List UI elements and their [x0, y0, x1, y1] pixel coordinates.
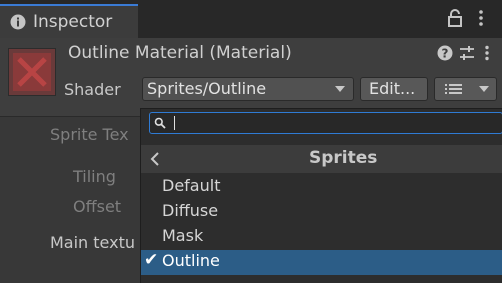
tab-label: Inspector: [33, 12, 113, 32]
section-title: Sprites: [309, 148, 378, 168]
shader-selection-popup: Sprites Default Diffuse Mask ✔ Outline: [140, 108, 502, 283]
svg-text:?: ?: [442, 47, 449, 61]
material-preview-icon: [13, 53, 51, 91]
property-tiling: Tiling: [73, 167, 116, 186]
material-title: Outline Material (Material): [68, 43, 292, 63]
property-sprite-texture: Sprite Tex: [50, 125, 129, 144]
material-preview-thumbnail: [8, 48, 56, 96]
chevron-left-icon[interactable]: [150, 152, 160, 166]
window-titlebar: Inspector: [0, 0, 502, 38]
list-item-label: Outline: [162, 251, 220, 270]
shader-item-default[interactable]: Default: [141, 175, 502, 200]
kebab-menu-icon[interactable]: [478, 9, 484, 27]
tab-inspector[interactable]: Inspector: [0, 4, 138, 38]
lock-icon[interactable]: [447, 9, 463, 27]
property-offset: Offset: [73, 197, 122, 216]
edit-shader-button[interactable]: Edit...: [360, 77, 428, 101]
shader-item-outline[interactable]: ✔ Outline: [141, 250, 502, 275]
popup-section-header: Sprites: [141, 145, 502, 173]
shader-label: Shader: [64, 80, 121, 99]
search-icon: [154, 117, 166, 129]
material-header: Outline Material (Material) ? Shader Spr…: [0, 38, 502, 117]
property-main-texture: Main textu: [50, 233, 135, 252]
list-item-label: Diffuse: [162, 201, 219, 220]
chevron-down-icon: [479, 86, 489, 92]
shader-dropdown-value: Sprites/Outline: [147, 79, 267, 98]
preset-settings-icon[interactable]: [458, 45, 476, 61]
more-icon[interactable]: [484, 45, 490, 61]
list-item-label: Default: [162, 176, 221, 195]
search-input[interactable]: [170, 114, 490, 132]
help-icon[interactable]: ?: [437, 45, 453, 61]
list-item-label: Mask: [162, 226, 204, 245]
edit-button-label: Edit...: [369, 79, 416, 98]
list-icon: [445, 84, 462, 94]
shader-options-button[interactable]: [434, 77, 497, 101]
chevron-down-icon: [335, 86, 345, 92]
checkmark-icon: ✔: [144, 250, 159, 270]
shader-item-mask[interactable]: Mask: [141, 225, 502, 250]
search-field[interactable]: [149, 112, 502, 134]
info-icon: [10, 14, 26, 30]
shader-dropdown[interactable]: Sprites/Outline: [142, 77, 354, 101]
text-cursor: [174, 116, 175, 130]
shader-item-diffuse[interactable]: Diffuse: [141, 200, 502, 225]
